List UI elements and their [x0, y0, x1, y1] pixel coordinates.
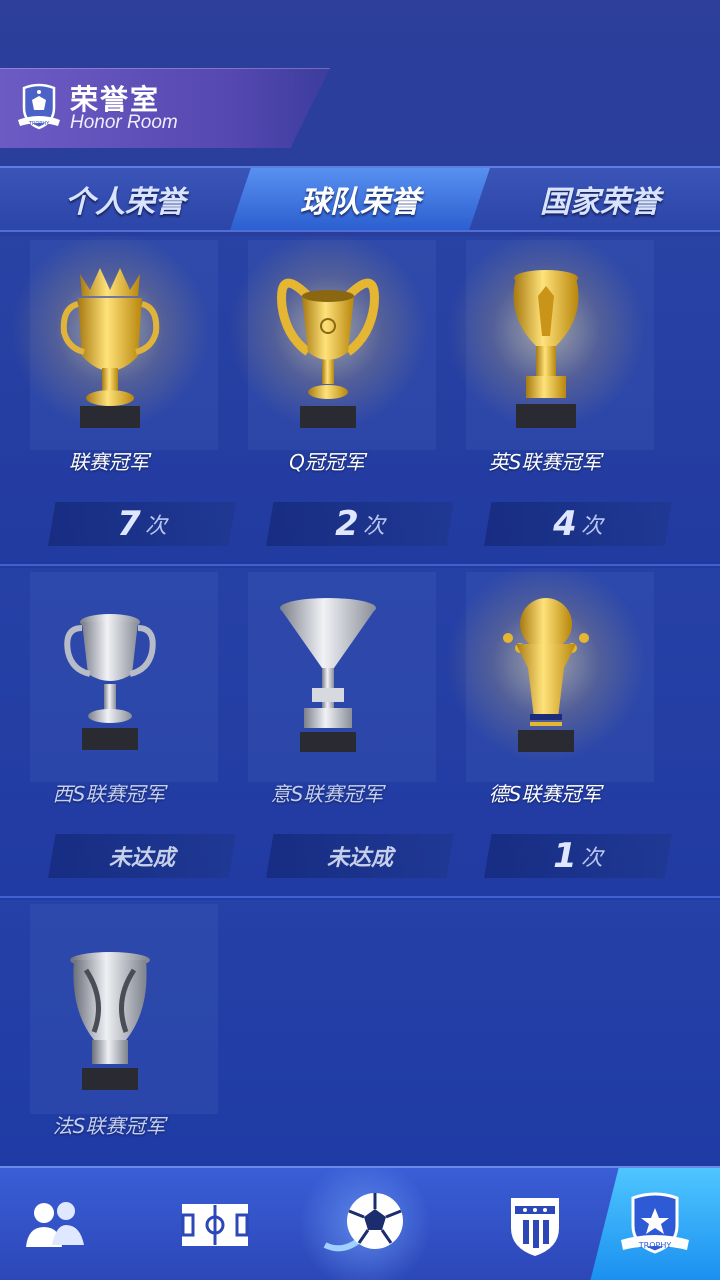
trophy-card[interactable]: 英S联赛冠军 4 次	[436, 236, 672, 566]
trophy-count: 7 次	[48, 502, 236, 546]
trophy-row: 联赛冠军 7 次 Q冠冠军 2 次 英S联赛冠军 4 次	[0, 236, 720, 566]
trophy-grid: 联赛冠军 7 次 Q冠冠军 2 次 英S联赛冠军 4 次 西S联赛冠军 未达成 …	[0, 236, 720, 1166]
league-trophy-icon	[60, 268, 160, 428]
logo-text: TROPHY	[28, 121, 50, 127]
trophy-name: 英S联赛冠军	[488, 450, 602, 474]
nav-club[interactable]	[460, 1168, 610, 1280]
count-number: 4	[553, 504, 577, 544]
tab-team-honor[interactable]: 球队荣誉	[230, 168, 490, 230]
trophy-card[interactable]: 西S联赛冠军 未达成	[0, 568, 236, 898]
trophy-name: 意S联赛冠军	[270, 782, 384, 806]
trophy-row: 西S联赛冠军 未达成 意S联赛冠军 未达成 德S联赛冠军 1 次	[0, 568, 720, 898]
count-number: 7	[117, 504, 141, 544]
status-text: 未达成	[108, 846, 175, 871]
nav-pitch[interactable]	[140, 1168, 290, 1280]
trophy-row: 法S联赛冠军	[0, 900, 720, 1166]
pitch-icon	[181, 1204, 249, 1246]
germany-league-trophy-icon	[503, 598, 589, 752]
france-league-trophy-icon	[70, 952, 150, 1090]
count-unit: 次	[362, 514, 385, 539]
players-icon	[26, 1202, 84, 1247]
nav-trophy-label: TROPHY	[638, 1241, 672, 1250]
trophy-card[interactable]: 德S联赛冠军 1 次	[436, 568, 672, 898]
trophy-name: 德S联赛冠军	[488, 782, 602, 806]
trophy-name: Q冠冠军	[289, 450, 365, 474]
soccer-ball-icon	[323, 1193, 403, 1252]
trophy-name: 西S联赛冠军	[52, 782, 166, 806]
count-unit: 次	[144, 514, 167, 539]
status-text: 未达成	[326, 846, 393, 871]
trophy-name: 联赛冠军	[69, 450, 149, 474]
trophy-card[interactable]: 意S联赛冠军 未达成	[218, 568, 454, 898]
trophy-card[interactable]: 联赛冠军 7 次	[0, 236, 236, 566]
trophy-badge-icon: TROPHY	[621, 1192, 689, 1254]
trophy-status: 未达成	[48, 834, 236, 878]
trophy-name: 法S联赛冠军	[52, 1114, 166, 1138]
tab-personal-honor[interactable]: 个人荣誉	[0, 168, 250, 230]
bottom-nav: TROPHY	[0, 1166, 720, 1280]
trophy-count: 1 次	[484, 834, 672, 878]
trophy-count: 4 次	[484, 502, 672, 546]
count-unit: 次	[580, 846, 603, 871]
page-subtitle: Honor Room	[70, 112, 178, 133]
england-league-trophy-icon	[513, 270, 579, 428]
nav-match[interactable]	[290, 1168, 440, 1280]
trophy-status: 未达成	[266, 834, 454, 878]
spain-league-trophy-icon	[64, 614, 156, 750]
tab-national-honor[interactable]: 国家荣誉	[480, 168, 720, 230]
trophy-count: 2 次	[266, 502, 454, 546]
trophy-card[interactable]: 法S联赛冠军	[0, 900, 218, 1166]
trophy-shield-icon: TROPHY	[18, 83, 60, 130]
q-cup-trophy-icon	[277, 278, 379, 428]
club-badge-icon	[511, 1198, 559, 1256]
tab-bar: 个人荣誉 球队荣誉 国家荣誉	[0, 166, 720, 232]
trophy-card[interactable]: Q冠冠军 2 次	[218, 236, 454, 566]
count-unit: 次	[580, 514, 603, 539]
italy-league-trophy-icon	[280, 598, 376, 752]
nav-players[interactable]	[0, 1168, 110, 1280]
count-number: 2	[335, 504, 359, 544]
count-number: 1	[553, 836, 577, 876]
